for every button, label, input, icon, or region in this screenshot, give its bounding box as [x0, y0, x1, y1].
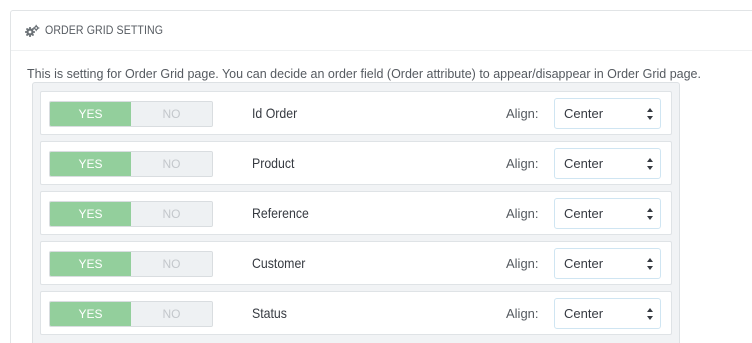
toggle-yes-option[interactable]: YES [50, 252, 131, 276]
field-name: Reference [252, 205, 309, 221]
visibility-toggle[interactable]: YES NO [49, 151, 213, 177]
align-select[interactable]: Center [554, 98, 661, 129]
select-arrows-icon [647, 308, 653, 320]
align-label: Align: [506, 256, 539, 271]
toggle-no-option[interactable]: NO [131, 302, 212, 326]
align-select[interactable]: Center [554, 148, 661, 179]
field-name: Status [252, 305, 287, 321]
align-select[interactable]: Center [554, 248, 661, 279]
panel-description: This is setting for Order Grid page. You… [27, 67, 701, 81]
toggle-no-option[interactable]: NO [131, 252, 212, 276]
align-select[interactable]: Center [554, 298, 661, 329]
align-select-value: Center [564, 256, 604, 271]
field-row-reference: YES NO Reference Align: Center [40, 191, 672, 235]
field-name: Id Order [252, 105, 298, 121]
align-select-value: Center [564, 156, 604, 171]
align-select-value: Center [564, 206, 604, 221]
select-arrows-icon [647, 158, 653, 170]
toggle-yes-option[interactable]: YES [50, 102, 131, 126]
align-label: Align: [506, 156, 539, 171]
select-arrows-icon [647, 258, 653, 270]
select-arrows-icon [647, 108, 653, 120]
toggle-no-option[interactable]: NO [131, 152, 212, 176]
toggle-no-option[interactable]: NO [131, 102, 212, 126]
field-name: Product [252, 155, 295, 171]
select-arrows-icon [647, 208, 653, 220]
field-row-product: YES NO Product Align: Center [40, 141, 672, 185]
toggle-yes-option[interactable]: YES [50, 152, 131, 176]
align-select-value: Center [564, 306, 604, 321]
field-row-id-order: YES NO Id Order Align: Center [40, 91, 672, 135]
align-select-value: Center [564, 106, 604, 121]
field-list: YES NO Id Order Align: Center YES NO Pro… [32, 82, 680, 343]
align-select[interactable]: Center [554, 198, 661, 229]
visibility-toggle[interactable]: YES NO [49, 301, 213, 327]
panel-header: ORDER GRID SETTING [11, 11, 752, 51]
toggle-yes-option[interactable]: YES [50, 202, 131, 226]
align-label: Align: [506, 106, 539, 121]
align-label: Align: [506, 206, 539, 221]
align-label: Align: [506, 306, 539, 321]
field-row-status: YES NO Status Align: Center [40, 291, 672, 335]
toggle-yes-option[interactable]: YES [50, 302, 131, 326]
visibility-toggle[interactable]: YES NO [49, 251, 213, 277]
toggle-no-option[interactable]: NO [131, 202, 212, 226]
visibility-toggle[interactable]: YES NO [49, 101, 213, 127]
field-name: Customer [252, 255, 306, 271]
visibility-toggle[interactable]: YES NO [49, 201, 213, 227]
panel-title: ORDER GRID SETTING [45, 24, 164, 37]
cogs-icon [25, 24, 40, 37]
field-row-customer: YES NO Customer Align: Center [40, 241, 672, 285]
